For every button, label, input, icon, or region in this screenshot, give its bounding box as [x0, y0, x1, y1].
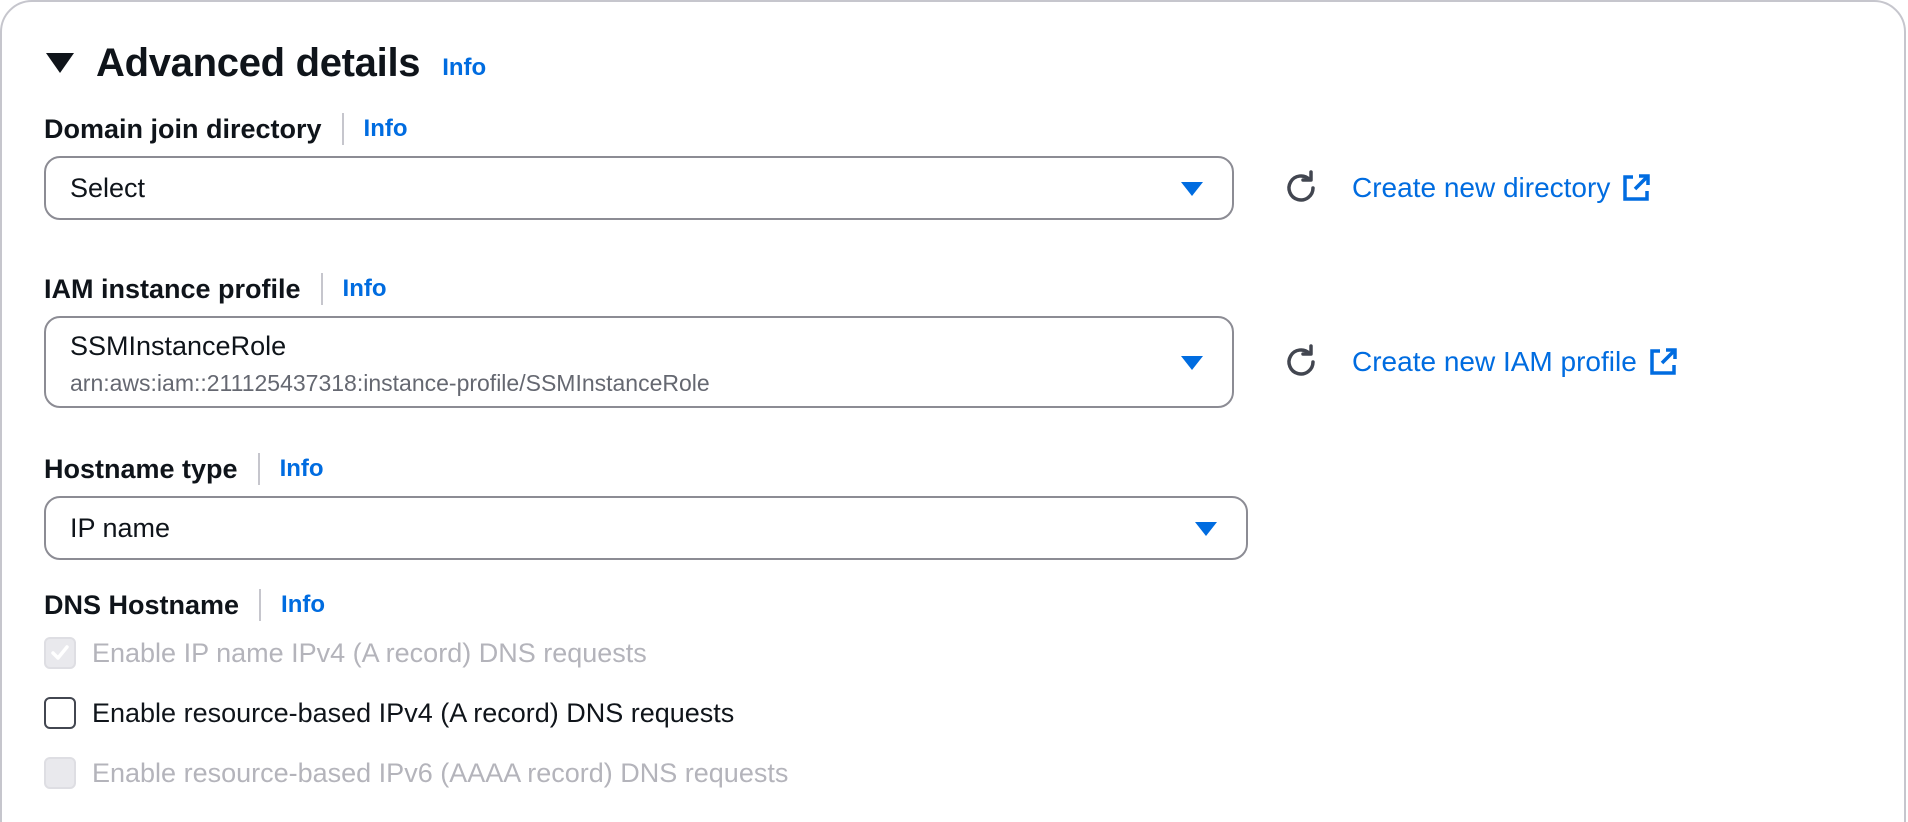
domain-join-label: Domain join directory — [44, 113, 322, 144]
refresh-icon[interactable] — [1282, 343, 1320, 381]
external-link-icon — [1650, 348, 1677, 375]
iam-profile-select[interactable]: SSMInstanceRole arn:aws:iam::21112543731… — [44, 316, 1234, 408]
hostname-type-info-link[interactable]: Info — [280, 455, 324, 483]
label-divider — [320, 273, 323, 305]
hostname-type-select-value: IP name — [70, 513, 171, 543]
label-divider — [341, 113, 344, 145]
dns-hostname-label-row: DNS Hostname Info — [44, 588, 325, 622]
domain-join-info-link[interactable]: Info — [364, 115, 408, 143]
section-header[interactable]: Advanced details Info — [44, 38, 486, 88]
refresh-icon[interactable] — [1282, 169, 1320, 207]
checkbox-disabled — [44, 757, 76, 789]
dns-hostname-info-link[interactable]: Info — [281, 591, 325, 619]
external-link-icon — [1623, 174, 1651, 201]
iam-profile-label: IAM instance profile — [44, 273, 301, 304]
label-divider — [257, 453, 260, 485]
create-new-iam-profile-label: Create new IAM profile — [1352, 346, 1637, 377]
create-new-iam-profile-link[interactable]: Create new IAM profile — [1352, 346, 1679, 378]
iam-profile-label-row: IAM instance profile Info — [44, 272, 387, 306]
domain-join-actions: Create new directory — [1282, 168, 1652, 208]
checkmark-icon — [51, 645, 69, 660]
caret-down-icon[interactable] — [44, 50, 76, 76]
hostname-type-label: Hostname type — [44, 453, 238, 484]
checkbox[interactable] — [44, 697, 76, 729]
hostname-type-select[interactable]: IP name — [44, 496, 1248, 560]
create-new-directory-label: Create new directory — [1352, 172, 1611, 203]
domain-join-select[interactable]: Select — [44, 156, 1234, 220]
create-new-directory-link[interactable]: Create new directory — [1352, 172, 1652, 204]
iam-profile-info-link[interactable]: Info — [343, 275, 387, 303]
dropdown-arrow-icon — [1181, 356, 1203, 370]
section-title: Advanced details — [96, 40, 421, 85]
domain-join-label-row: Domain join directory Info — [44, 112, 408, 146]
iam-profile-select-value: SSMInstanceRole — [70, 331, 287, 361]
advanced-details-panel: Advanced details Info Domain join direct… — [0, 0, 1906, 822]
label-divider — [259, 589, 262, 621]
hostname-type-label-row: Hostname type Info — [44, 452, 324, 486]
dns-option-label[interactable]: Enable resource-based IPv4 (A record) DN… — [92, 698, 734, 729]
dns-option-ipv4-resource[interactable]: Enable resource-based IPv4 (A record) DN… — [44, 696, 734, 730]
dns-option-ipv6-resource: Enable resource-based IPv6 (AAAA record)… — [44, 756, 788, 790]
dns-option-label: Enable IP name IPv4 (A record) DNS reque… — [92, 637, 647, 668]
dropdown-arrow-icon — [1195, 522, 1217, 536]
iam-profile-select-description: arn:aws:iam::211125437318:instance-profi… — [70, 370, 710, 396]
dns-option-ipv4-ip-name: Enable IP name IPv4 (A record) DNS reque… — [44, 636, 647, 670]
checkbox-checked-disabled — [44, 637, 76, 669]
domain-join-select-value: Select — [70, 173, 146, 203]
dns-hostname-label: DNS Hostname — [44, 589, 240, 620]
section-info-link[interactable]: Info — [442, 54, 486, 82]
dropdown-arrow-icon — [1181, 182, 1203, 196]
iam-profile-actions: Create new IAM profile — [1282, 342, 1679, 382]
dns-option-label: Enable resource-based IPv6 (AAAA record)… — [92, 757, 789, 788]
